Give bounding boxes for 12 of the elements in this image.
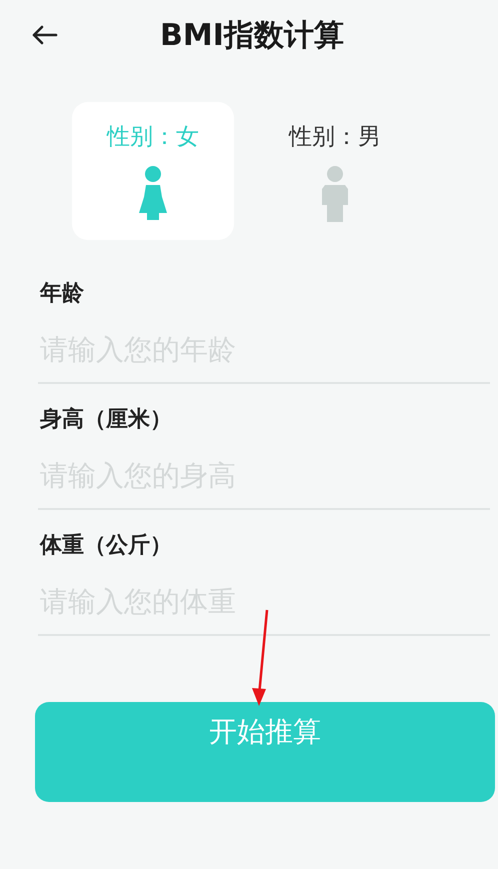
gender-option[interactable]: 性别：女 bbox=[72, 102, 234, 240]
man-icon bbox=[319, 166, 351, 222]
back-icon[interactable] bbox=[30, 24, 58, 46]
gender-label: 性别：女 bbox=[107, 122, 199, 152]
field-label: 体重（公斤） bbox=[38, 532, 173, 560]
gender-option[interactable]: 性别：男 bbox=[254, 102, 416, 240]
field-label: 身高（厘米） bbox=[39, 406, 173, 434]
gender-label: 性别：男 bbox=[289, 122, 381, 152]
woman-icon bbox=[137, 166, 169, 222]
page-title: BMI指数计算 bbox=[160, 16, 344, 54]
field-label: 年龄 bbox=[38, 280, 85, 308]
start-button[interactable]: 开始推算 bbox=[35, 702, 495, 802]
